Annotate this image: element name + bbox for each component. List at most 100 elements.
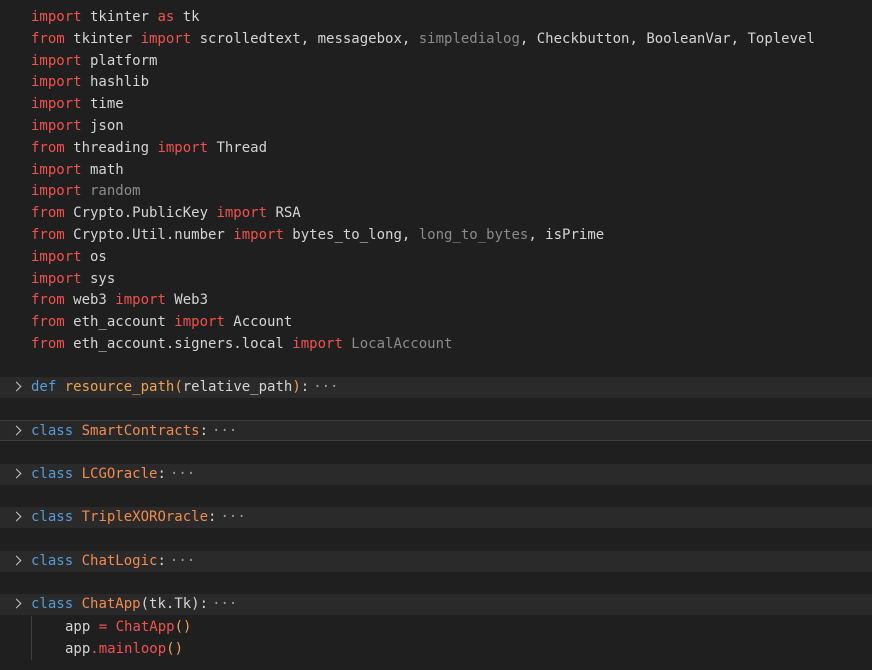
chevron-right-icon[interactable] bbox=[10, 464, 26, 485]
code-token: () bbox=[166, 641, 184, 657]
code-text: class SmartContracts: ··· bbox=[31, 421, 237, 442]
code-line[interactable]: app.mainloop() bbox=[0, 639, 872, 660]
code-token: RSA bbox=[267, 205, 301, 222]
code-token: import bbox=[31, 52, 82, 69]
code-token: simpledialog bbox=[418, 30, 520, 47]
code-token: eth_account bbox=[64, 314, 175, 331]
code-text: import tkinter as tk bbox=[31, 7, 200, 28]
code-token: import bbox=[31, 118, 82, 134]
code-token: () bbox=[174, 619, 192, 635]
code-line[interactable]: from eth_account.signers.local import Lo… bbox=[0, 334, 872, 355]
chevron-right-icon[interactable] bbox=[10, 421, 26, 442]
code-line[interactable]: from Crypto.PublicKey import RSA bbox=[0, 203, 872, 224]
code-line[interactable]: import json bbox=[0, 116, 872, 137]
code-token: import bbox=[140, 30, 192, 47]
code-token: import bbox=[233, 227, 284, 243]
code-token: import bbox=[31, 248, 82, 265]
code-token: as bbox=[157, 9, 175, 25]
code-token: tkinter bbox=[81, 9, 158, 25]
code-token: web3 bbox=[64, 292, 116, 309]
folded-region-ChatLogic[interactable]: class ChatLogic: ··· bbox=[0, 551, 872, 572]
code-token: import bbox=[115, 292, 166, 309]
code-token: import bbox=[174, 314, 225, 331]
code-line[interactable]: import hashlib bbox=[0, 72, 872, 93]
code-text: import json bbox=[31, 116, 124, 137]
code-text: from Crypto.PublicKey import RSA bbox=[31, 203, 301, 224]
code-token: Thread bbox=[208, 139, 268, 156]
code-token: from bbox=[31, 30, 65, 47]
code-text: class ChatLogic: ··· bbox=[31, 551, 195, 572]
code-token: app bbox=[65, 641, 91, 657]
code-text: app.mainloop() bbox=[65, 639, 183, 660]
code-line[interactable]: import math bbox=[0, 160, 872, 181]
code-token: mainloop bbox=[98, 641, 167, 657]
code-token: json bbox=[81, 118, 124, 134]
code-token: time bbox=[81, 96, 124, 113]
keyword: def bbox=[31, 379, 57, 395]
code-token: import bbox=[31, 9, 82, 25]
code-token: , Checkbutton, BooleanVar, Toplevel bbox=[519, 30, 815, 47]
code-token: random bbox=[81, 183, 141, 200]
code-line[interactable]: import tkinter as tk bbox=[0, 7, 872, 28]
folded-ellipsis[interactable]: ··· bbox=[220, 509, 245, 525]
chevron-right-icon[interactable] bbox=[10, 594, 26, 615]
code-token: import bbox=[31, 161, 82, 178]
code-token: threading bbox=[64, 139, 158, 156]
keyword: class bbox=[31, 509, 74, 525]
code-token: = bbox=[98, 619, 108, 635]
code-text: import os bbox=[31, 247, 107, 268]
code-token: from bbox=[31, 292, 65, 309]
colon: : bbox=[157, 553, 166, 569]
folded-ellipsis[interactable]: ··· bbox=[212, 596, 237, 612]
code-line[interactable]: app = ChatApp() bbox=[0, 617, 872, 638]
folded-region-LCGOracle[interactable]: class LCGOracle: ··· bbox=[0, 464, 872, 485]
definition-args: (relative_path) bbox=[174, 379, 301, 395]
code-token: scrolledtext, messagebox, bbox=[191, 30, 419, 47]
code-line[interactable]: import random bbox=[0, 181, 872, 202]
code-line[interactable]: import sys bbox=[0, 269, 872, 290]
folded-ellipsis[interactable]: ··· bbox=[212, 423, 237, 439]
folded-region-TripleXOROracle[interactable]: class TripleXOROracle: ··· bbox=[0, 507, 872, 528]
code-text: import platform bbox=[31, 51, 157, 72]
folded-region-resource_path[interactable]: def resource_path(relative_path): ··· bbox=[0, 377, 872, 398]
code-token: , isPrime bbox=[528, 227, 605, 243]
code-text: from threading import Thread bbox=[31, 138, 267, 159]
code-token: os bbox=[81, 248, 107, 265]
code-text: class LCGOracle: ··· bbox=[31, 464, 195, 485]
chevron-right-icon[interactable] bbox=[10, 551, 26, 572]
code-token: app bbox=[65, 619, 99, 635]
chevron-right-icon[interactable] bbox=[10, 507, 26, 528]
chevron-right-icon[interactable] bbox=[10, 377, 26, 398]
keyword: class bbox=[31, 466, 74, 482]
colon: : bbox=[157, 466, 166, 482]
code-line[interactable]: from Crypto.Util.number import bytes_to_… bbox=[0, 225, 872, 246]
code-line[interactable]: from tkinter import scrolledtext, messag… bbox=[0, 29, 872, 50]
folded-region-SmartContracts[interactable]: class SmartContracts: ··· bbox=[0, 420, 872, 441]
folded-region-ChatApp[interactable]: class ChatApp(tk.Tk): ··· bbox=[0, 594, 872, 615]
code-token: import bbox=[31, 183, 82, 200]
code-text: class TripleXOROracle: ··· bbox=[31, 507, 246, 528]
code-text: from eth_account import Account bbox=[31, 312, 292, 333]
code-text: import math bbox=[31, 160, 124, 181]
code-text: import random bbox=[31, 181, 141, 202]
code-line[interactable]: import os bbox=[0, 247, 872, 268]
definition-name: SmartContracts bbox=[81, 423, 200, 439]
code-line[interactable]: import time bbox=[0, 94, 872, 115]
code-editor[interactable]: import tkinter as tk from tkinter import … bbox=[0, 0, 872, 670]
folded-ellipsis[interactable]: ··· bbox=[170, 466, 195, 482]
folded-ellipsis[interactable]: ··· bbox=[313, 379, 338, 395]
code-line[interactable]: from threading import Thread bbox=[0, 138, 872, 159]
code-token: bytes_to_long, bbox=[283, 227, 419, 243]
code-text: import sys bbox=[31, 269, 115, 290]
code-token: sys bbox=[81, 270, 116, 287]
colon: : bbox=[208, 509, 217, 525]
keyword: class bbox=[31, 423, 74, 439]
code-line[interactable]: from eth_account import Account bbox=[0, 312, 872, 333]
code-line[interactable]: import platform bbox=[0, 51, 872, 72]
code-line[interactable]: from web3 import Web3 bbox=[0, 290, 872, 311]
code-token: Account bbox=[224, 314, 293, 331]
code-token: . bbox=[90, 641, 99, 657]
folded-ellipsis[interactable]: ··· bbox=[170, 553, 195, 569]
code-text: app = ChatApp() bbox=[65, 617, 191, 638]
